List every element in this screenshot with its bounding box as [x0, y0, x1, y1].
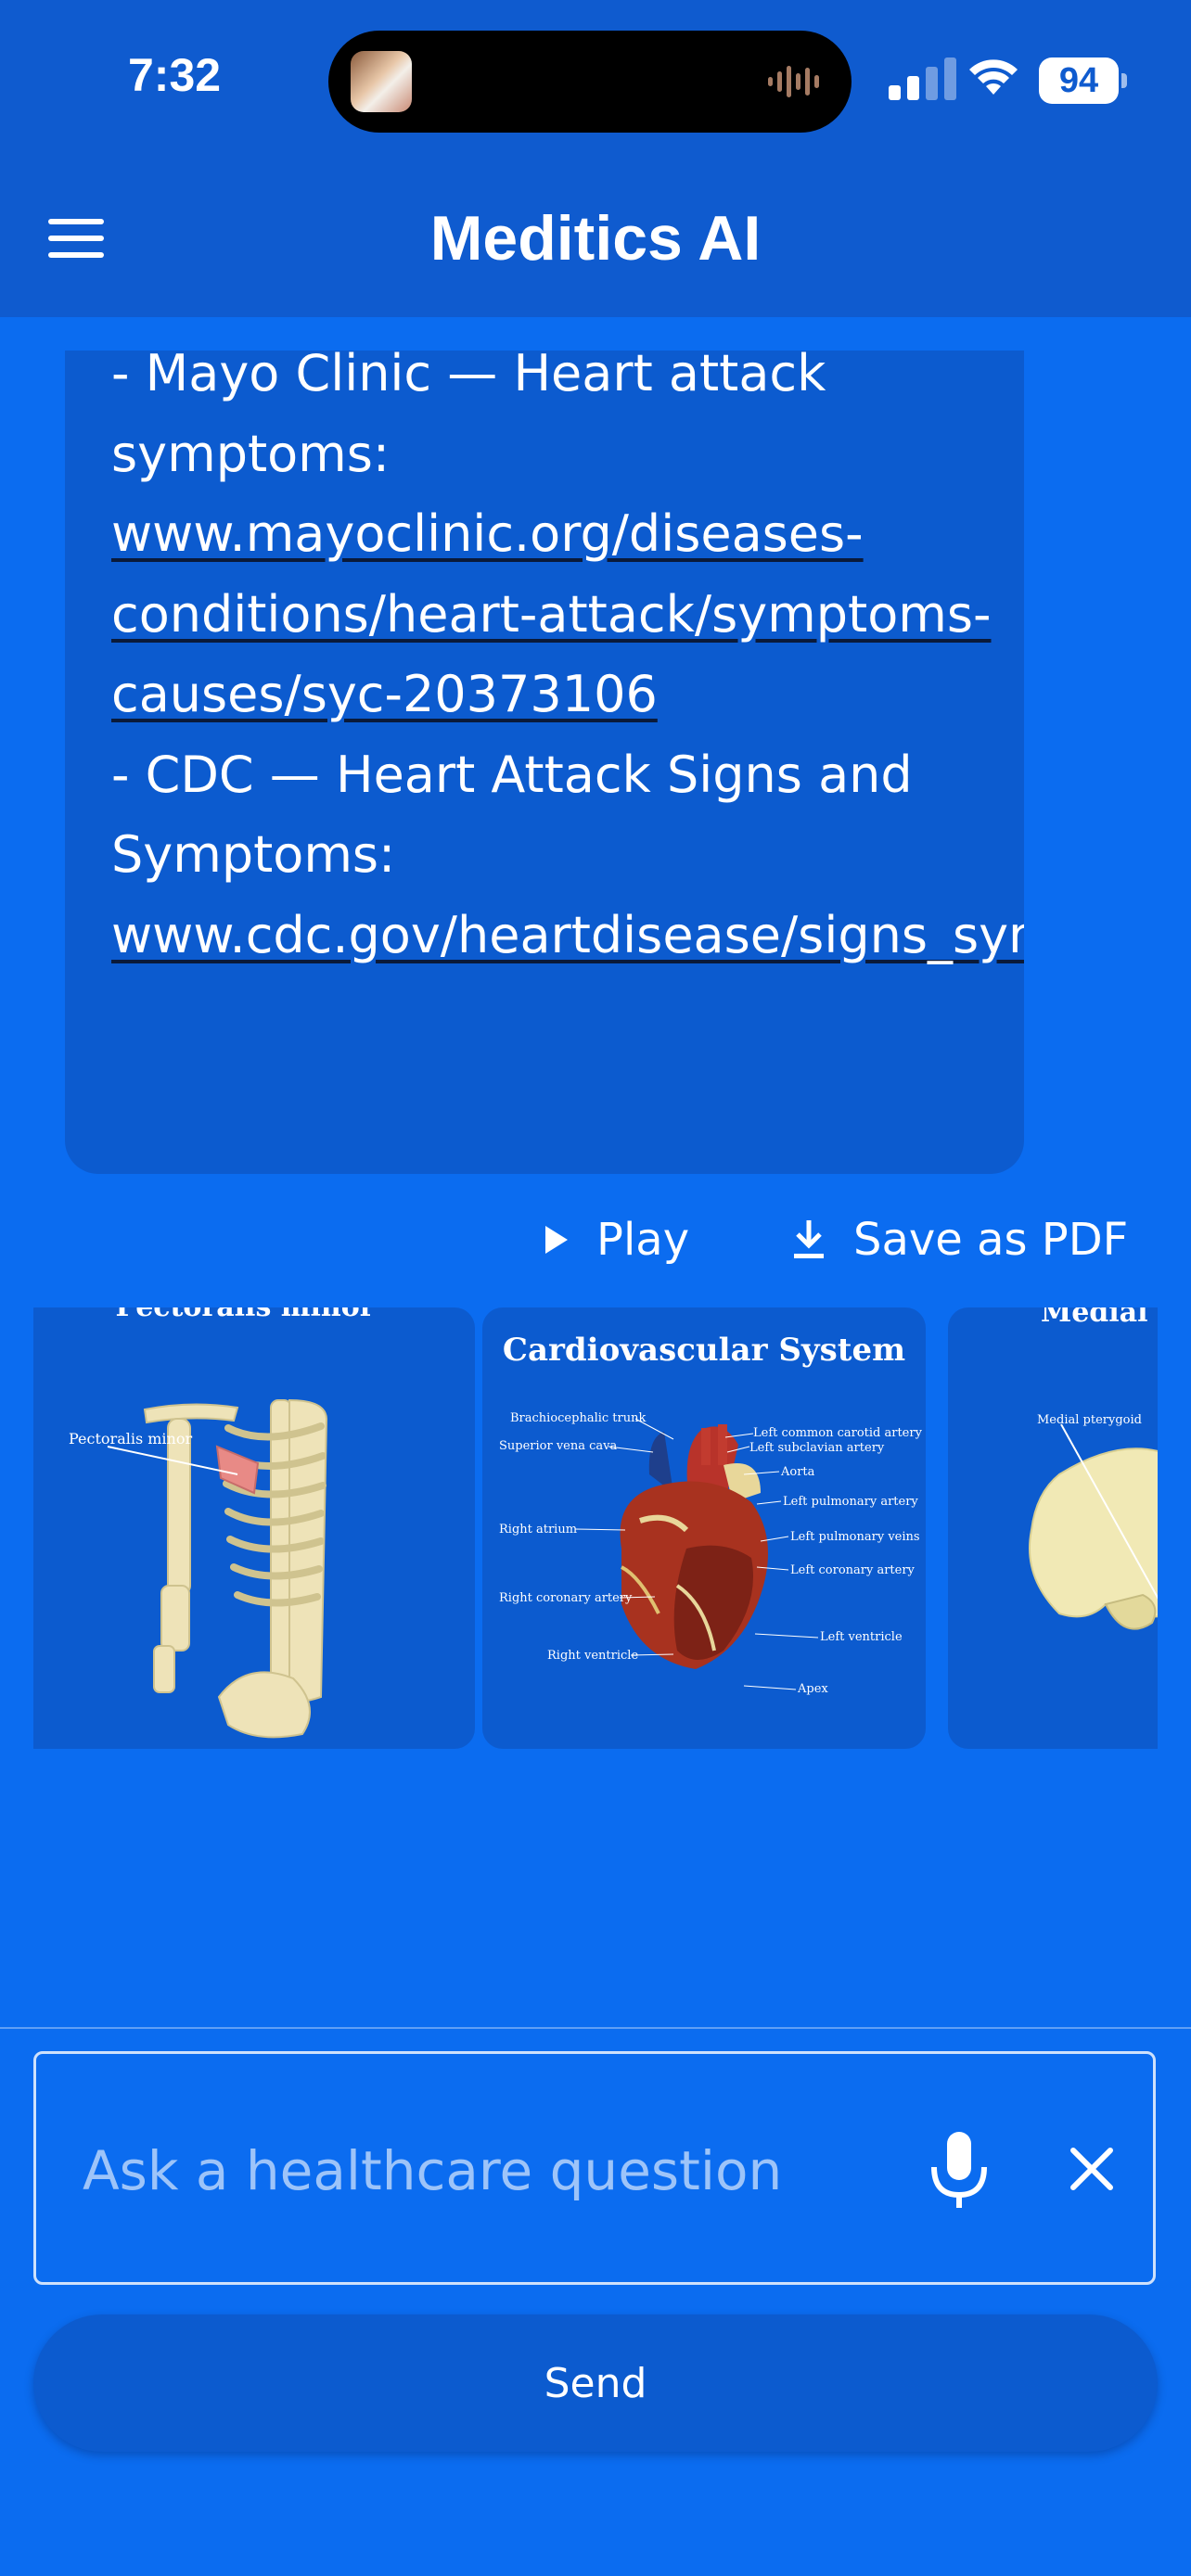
- assistant-message-bubble: - Mayo Clinic — Heart attack symptoms: w…: [65, 351, 1024, 1174]
- close-icon[interactable]: [1066, 2143, 1118, 2195]
- download-icon: [794, 1220, 824, 1258]
- image-label: Medial pterygoid: [1037, 1413, 1142, 1427]
- image-label: Left common carotid artery: [753, 1426, 922, 1440]
- wifi-icon: [969, 59, 1018, 95]
- cellular-signal-icon: [889, 57, 956, 100]
- play-label: Play: [596, 1214, 690, 1266]
- image-label: Left pulmonary veins: [790, 1530, 920, 1544]
- image-card-pectoralis-minor[interactable]: Pectoralis minor: [33, 1307, 475, 1749]
- image-label: Right coronary artery: [499, 1591, 633, 1605]
- image-label: Superior vena cava: [499, 1439, 618, 1453]
- source-mayo-link[interactable]: www.mayoclinic.org/diseases-conditions/h…: [111, 504, 991, 723]
- microphone-icon[interactable]: [927, 2128, 992, 2212]
- image-label: Pectoralis minor: [69, 1430, 193, 1447]
- source-cdc-label: - CDC — Heart Attack Signs and Symptoms:: [111, 745, 913, 885]
- battery-level: 94: [1039, 57, 1119, 104]
- play-icon: [545, 1226, 568, 1254]
- dynamic-island[interactable]: [328, 31, 852, 133]
- now-playing-artwork: [351, 51, 412, 112]
- image-label: Left ventricle: [820, 1630, 903, 1644]
- battery-tip: [1121, 73, 1127, 88]
- image-label: Aorta: [781, 1465, 815, 1479]
- app-header: 7:32 94 Meditics AI: [0, 0, 1191, 317]
- image-card-medial-pterygoid[interactable]: Medial pterygoid Medial pterygoid: [948, 1307, 1158, 1749]
- source-cdc-link[interactable]: www.cdc.gov/heartdisease/signs_symptoms.…: [111, 906, 1024, 964]
- image-card-cardiovascular-system[interactable]: Cardiovascular System Brachiocephalic tr…: [482, 1307, 926, 1749]
- image-label: Brachiocephalic trunk: [510, 1411, 647, 1425]
- source-mayo-label: - Mayo Clinic — Heart attack symptoms:: [111, 351, 826, 483]
- image-label: Right ventricle: [547, 1649, 639, 1663]
- save-as-pdf-button[interactable]: Save as PDF: [790, 1207, 1128, 1272]
- image-label: Right atrium: [499, 1523, 578, 1537]
- skull-illustration: [1029, 1423, 1158, 1630]
- image-label: Left coronary artery: [790, 1563, 915, 1577]
- play-button[interactable]: Play: [543, 1207, 689, 1272]
- skeleton-torso-illustration: [107, 1398, 328, 1739]
- anatomy-image-carousel[interactable]: Pectoralis minor Cardiovascular System B…: [33, 1307, 1158, 1749]
- composer-divider: [0, 2027, 1191, 2029]
- save-as-pdf-label: Save as PDF: [853, 1214, 1129, 1266]
- image-label: Apex: [798, 1682, 828, 1696]
- message-text: - Mayo Clinic — Heart attack symptoms: w…: [111, 351, 1024, 976]
- image-label: Left pulmonary artery: [783, 1495, 918, 1509]
- app-screen: 7:32 94 Meditics AI - Mayo Clinic — Hear…: [0, 0, 1191, 2576]
- send-button[interactable]: Send: [33, 2315, 1158, 2452]
- question-input-box: [33, 2051, 1156, 2285]
- page-title: Meditics AI: [429, 203, 762, 274]
- battery-indicator: 94: [1039, 57, 1128, 104]
- status-time: 7:32: [128, 49, 222, 101]
- image-label: Left subclavian artery: [749, 1441, 885, 1455]
- question-input[interactable]: [81, 2128, 901, 2213]
- audio-waveform-icon: [768, 66, 819, 97]
